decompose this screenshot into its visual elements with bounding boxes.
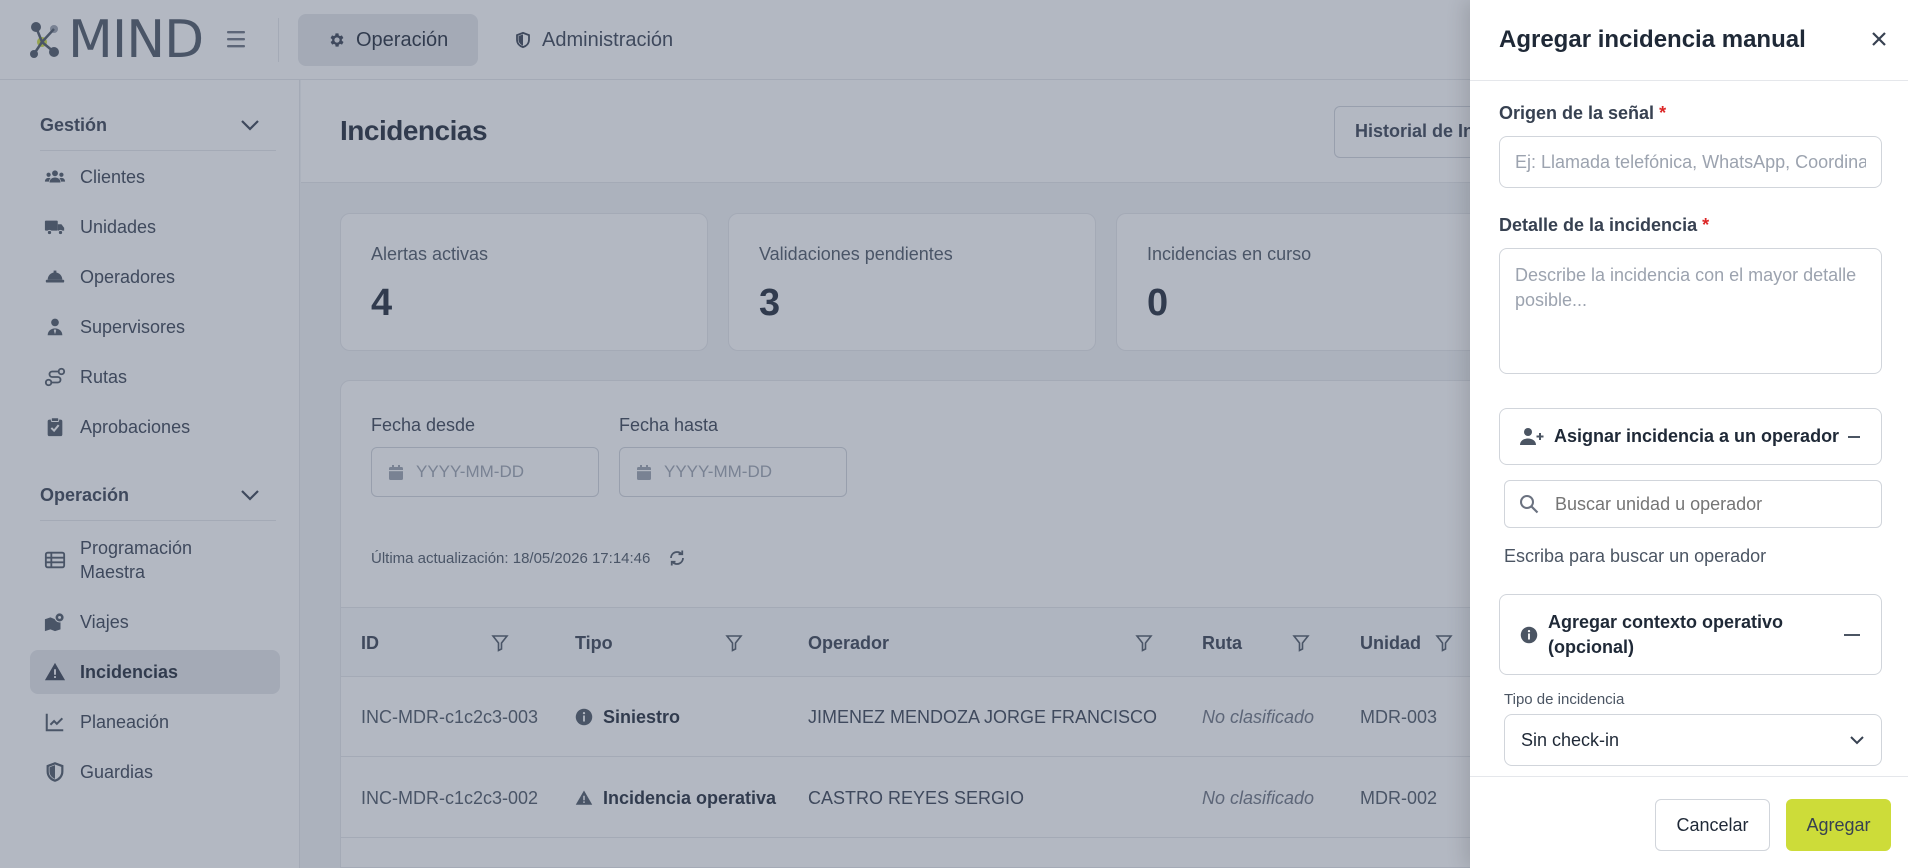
drawer-footer: Cancelar Agregar (1470, 776, 1908, 868)
required-mark: * (1702, 215, 1710, 235)
operational-context-title: Agregar contexto operativo (opcional) (1548, 612, 1784, 657)
modal-backdrop[interactable] (0, 0, 1470, 868)
detail-label: Detalle de la incidencia * (1499, 215, 1709, 236)
operator-search-field[interactable] (1504, 480, 1882, 528)
cancel-button[interactable]: Cancelar (1655, 799, 1770, 851)
search-hint: Escriba para buscar un operador (1504, 546, 1767, 566)
origin-label: Origen de la señal * (1499, 103, 1666, 124)
assign-operator-accordion[interactable]: Asignar incidencia a un operador (1499, 408, 1882, 465)
close-icon[interactable] (1870, 30, 1888, 48)
detail-label-text: Detalle de la incidencia (1499, 215, 1698, 235)
drawer-header: Agregar incidencia manual (1470, 0, 1908, 81)
chevron-down-icon (1850, 736, 1864, 745)
drawer-title: Agregar incidencia manual (1499, 26, 1806, 53)
search-icon (1520, 495, 1539, 514)
detail-textarea[interactable] (1499, 248, 1882, 374)
incident-type-label: Tipo de incidencia (1504, 691, 1625, 708)
user-plus-icon (1520, 427, 1544, 445)
incident-type-value: Sin check-in (1521, 729, 1620, 750)
incident-type-select[interactable]: Sin check-in (1504, 714, 1882, 766)
assign-operator-title: Asignar incidencia a un operador (1554, 426, 1840, 447)
add-button[interactable]: Agregar (1786, 799, 1891, 851)
origin-label-text: Origen de la señal (1499, 103, 1655, 123)
required-mark: * (1659, 103, 1667, 123)
minus-icon (1848, 435, 1860, 438)
add-incident-drawer: Agregar incidencia manual Origen de la s… (1470, 0, 1908, 868)
info-circle-icon (1520, 626, 1538, 643)
operator-search-input[interactable] (1555, 493, 1855, 515)
minus-icon (1844, 633, 1860, 636)
origin-input[interactable] (1499, 136, 1882, 188)
operational-context-accordion[interactable]: Agregar contexto operativo (opcional) (1499, 594, 1882, 675)
